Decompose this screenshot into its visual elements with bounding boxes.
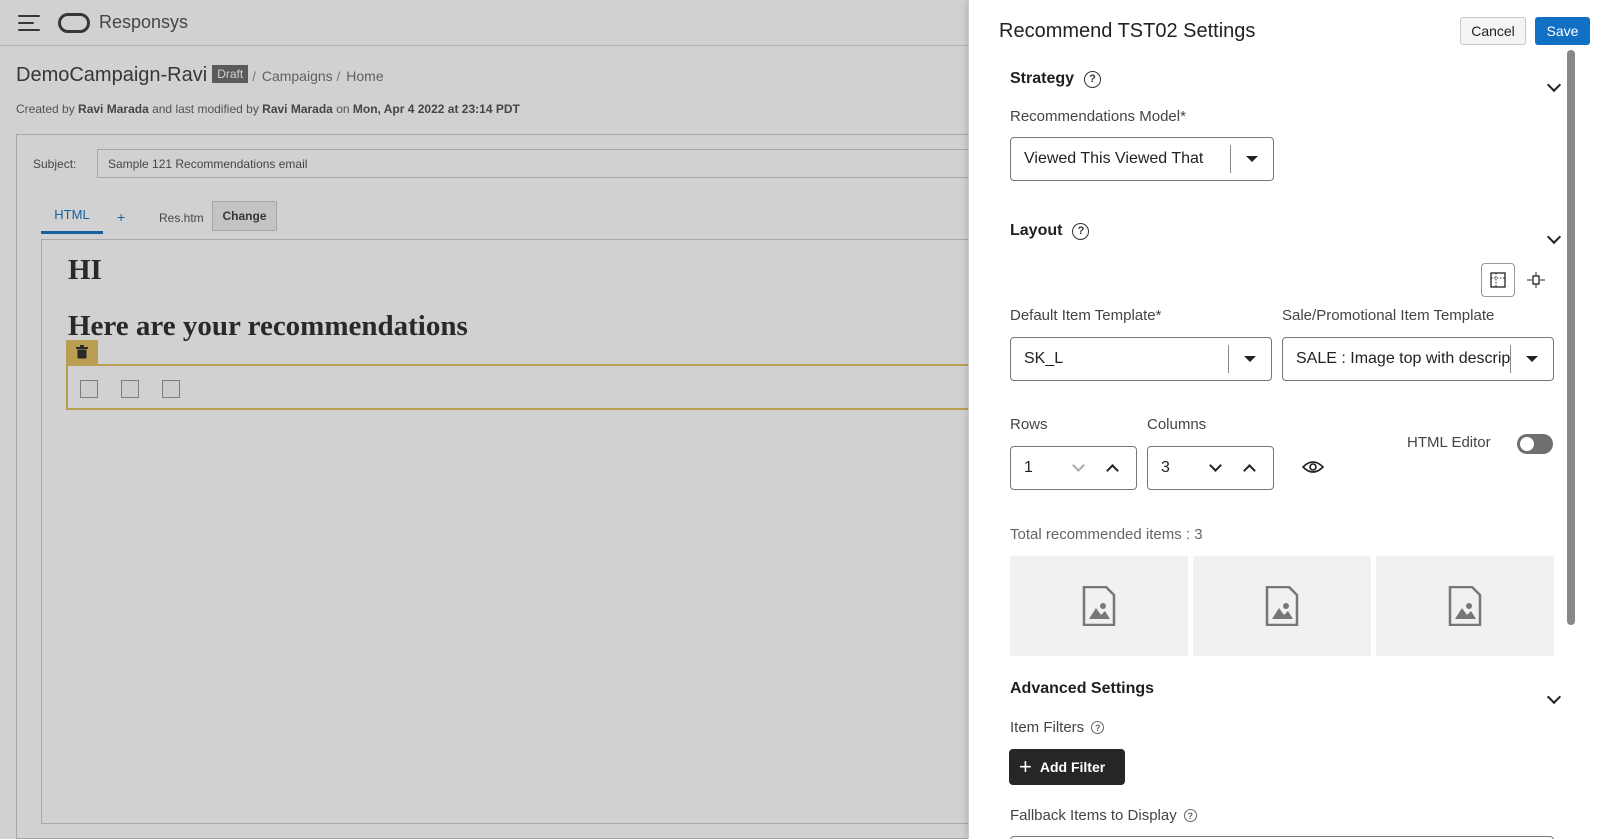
chevron-down-icon[interactable]: [1061, 447, 1095, 489]
recommend-settings-drawer: Recommend TST02 Settings Cancel Save Str…: [968, 0, 1616, 839]
sale-template-select[interactable]: SALE : Image top with description: [1282, 337, 1554, 381]
total-items-label: Total recommended items : 3: [1010, 526, 1203, 543]
plus-icon: +: [1019, 754, 1032, 779]
help-icon[interactable]: ?: [1183, 809, 1197, 822]
image-placeholder-icon: [1448, 586, 1482, 626]
advanced-settings-title: Advanced Settings: [1010, 680, 1155, 697]
grid-layout-icon[interactable]: [1481, 263, 1515, 297]
rows-stepper[interactable]: 1: [1010, 446, 1137, 490]
recommendations-model-label: Recommendations Model*: [1010, 108, 1186, 125]
html-editor-label: HTML Editor: [1407, 434, 1491, 451]
scrollbar[interactable]: [1567, 50, 1575, 625]
chevron-down-icon[interactable]: [1198, 447, 1232, 489]
image-placeholder-icon: [1082, 586, 1116, 626]
preview-eye-icon[interactable]: [1299, 455, 1327, 479]
cancel-button[interactable]: Cancel: [1460, 17, 1526, 45]
fallback-items-label: Fallback Items to Display ?: [1010, 807, 1197, 824]
add-filter-button[interactable]: + Add Filter: [1009, 749, 1125, 785]
chevron-down-icon[interactable]: [1546, 689, 1562, 705]
preview-item-tile: [1376, 556, 1554, 656]
preview-item-tile: [1193, 556, 1371, 656]
chevron-up-icon[interactable]: [1232, 447, 1266, 489]
sale-template-label: Sale/Promotional Item Template: [1282, 307, 1495, 324]
layout-section-title: Layout ?: [1010, 222, 1090, 240]
chevron-down-icon[interactable]: [1546, 229, 1562, 245]
columns-stepper[interactable]: 3: [1147, 446, 1274, 490]
image-placeholder-icon: [1265, 586, 1299, 626]
help-icon[interactable]: ?: [1072, 222, 1090, 240]
recommendations-model-select[interactable]: Viewed This Viewed That: [1010, 137, 1274, 181]
caret-down-icon: [1231, 156, 1273, 162]
help-icon[interactable]: ?: [1084, 70, 1102, 88]
caret-down-icon: [1511, 356, 1553, 362]
default-template-label: Default Item Template*: [1010, 307, 1162, 324]
rows-label: Rows: [1010, 416, 1048, 433]
chevron-down-icon[interactable]: [1546, 77, 1562, 93]
html-editor-toggle[interactable]: [1517, 434, 1553, 454]
modal-overlay: [0, 0, 968, 839]
item-filters-label: Item Filters ?: [1010, 719, 1105, 736]
chevron-up-icon[interactable]: [1095, 447, 1129, 489]
strategy-section-title: Strategy ?: [1010, 70, 1102, 88]
help-icon[interactable]: ?: [1091, 721, 1105, 734]
save-button[interactable]: Save: [1535, 17, 1590, 45]
columns-label: Columns: [1147, 416, 1207, 433]
spacing-icon[interactable]: [1521, 265, 1551, 295]
default-template-select[interactable]: SK_L: [1010, 337, 1272, 381]
caret-down-icon: [1229, 356, 1271, 362]
drawer-title: Recommend TST02 Settings: [999, 20, 1256, 42]
preview-item-tile: [1010, 556, 1188, 656]
